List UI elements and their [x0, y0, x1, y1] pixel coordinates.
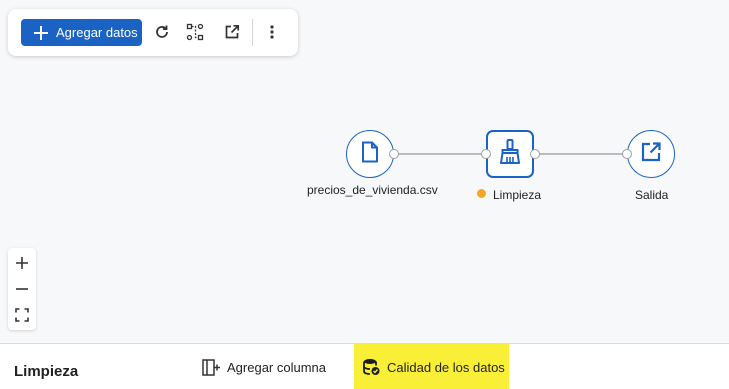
- open-external-icon[interactable]: [222, 22, 242, 42]
- database-check-icon: [363, 358, 380, 376]
- open-external-icon: [640, 141, 662, 168]
- fit-view-icon[interactable]: [8, 302, 36, 328]
- flow-layout-icon[interactable]: [185, 22, 205, 42]
- canvas-toolbar: Agregar datos: [8, 9, 298, 56]
- plus-icon: [34, 25, 48, 40]
- input-port[interactable]: [622, 149, 632, 159]
- broom-icon: [498, 138, 522, 170]
- add-data-label: Agregar datos: [56, 25, 138, 40]
- zoom-controls: [8, 248, 36, 330]
- data-quality-button[interactable]: Calidad de los datos: [354, 344, 509, 389]
- output-node-label: Salida: [635, 188, 669, 202]
- add-column-label: Agregar columna: [227, 359, 326, 375]
- source-node-label: precios_de_vivienda.csv: [307, 183, 438, 197]
- toolbar-divider: [252, 19, 253, 46]
- cleaning-node-label: Limpieza: [493, 188, 542, 202]
- cleaning-node[interactable]: [486, 130, 534, 178]
- status-pending-dot: [477, 189, 486, 198]
- zoom-in-icon[interactable]: [8, 250, 36, 276]
- file-icon: [360, 141, 380, 168]
- data-quality-label: Calidad de los datos: [387, 359, 505, 375]
- output-port[interactable]: [389, 149, 399, 159]
- output-node[interactable]: [627, 130, 675, 178]
- add-column-button[interactable]: Agregar columna: [202, 344, 326, 389]
- zoom-out-icon[interactable]: [8, 276, 36, 302]
- refresh-icon[interactable]: [152, 22, 172, 42]
- input-port[interactable]: [481, 149, 491, 159]
- flow-edge: [396, 153, 485, 155]
- output-port[interactable]: [530, 149, 540, 159]
- add-column-icon: [202, 358, 220, 376]
- bottom-panel: Limpieza Agregar columna Calidad de los …: [0, 343, 729, 389]
- flow-edge: [537, 153, 627, 155]
- more-vertical-icon[interactable]: [262, 22, 282, 42]
- source-node[interactable]: [346, 130, 394, 178]
- panel-title: Limpieza: [14, 363, 79, 380]
- add-data-button[interactable]: Agregar datos: [21, 19, 142, 46]
